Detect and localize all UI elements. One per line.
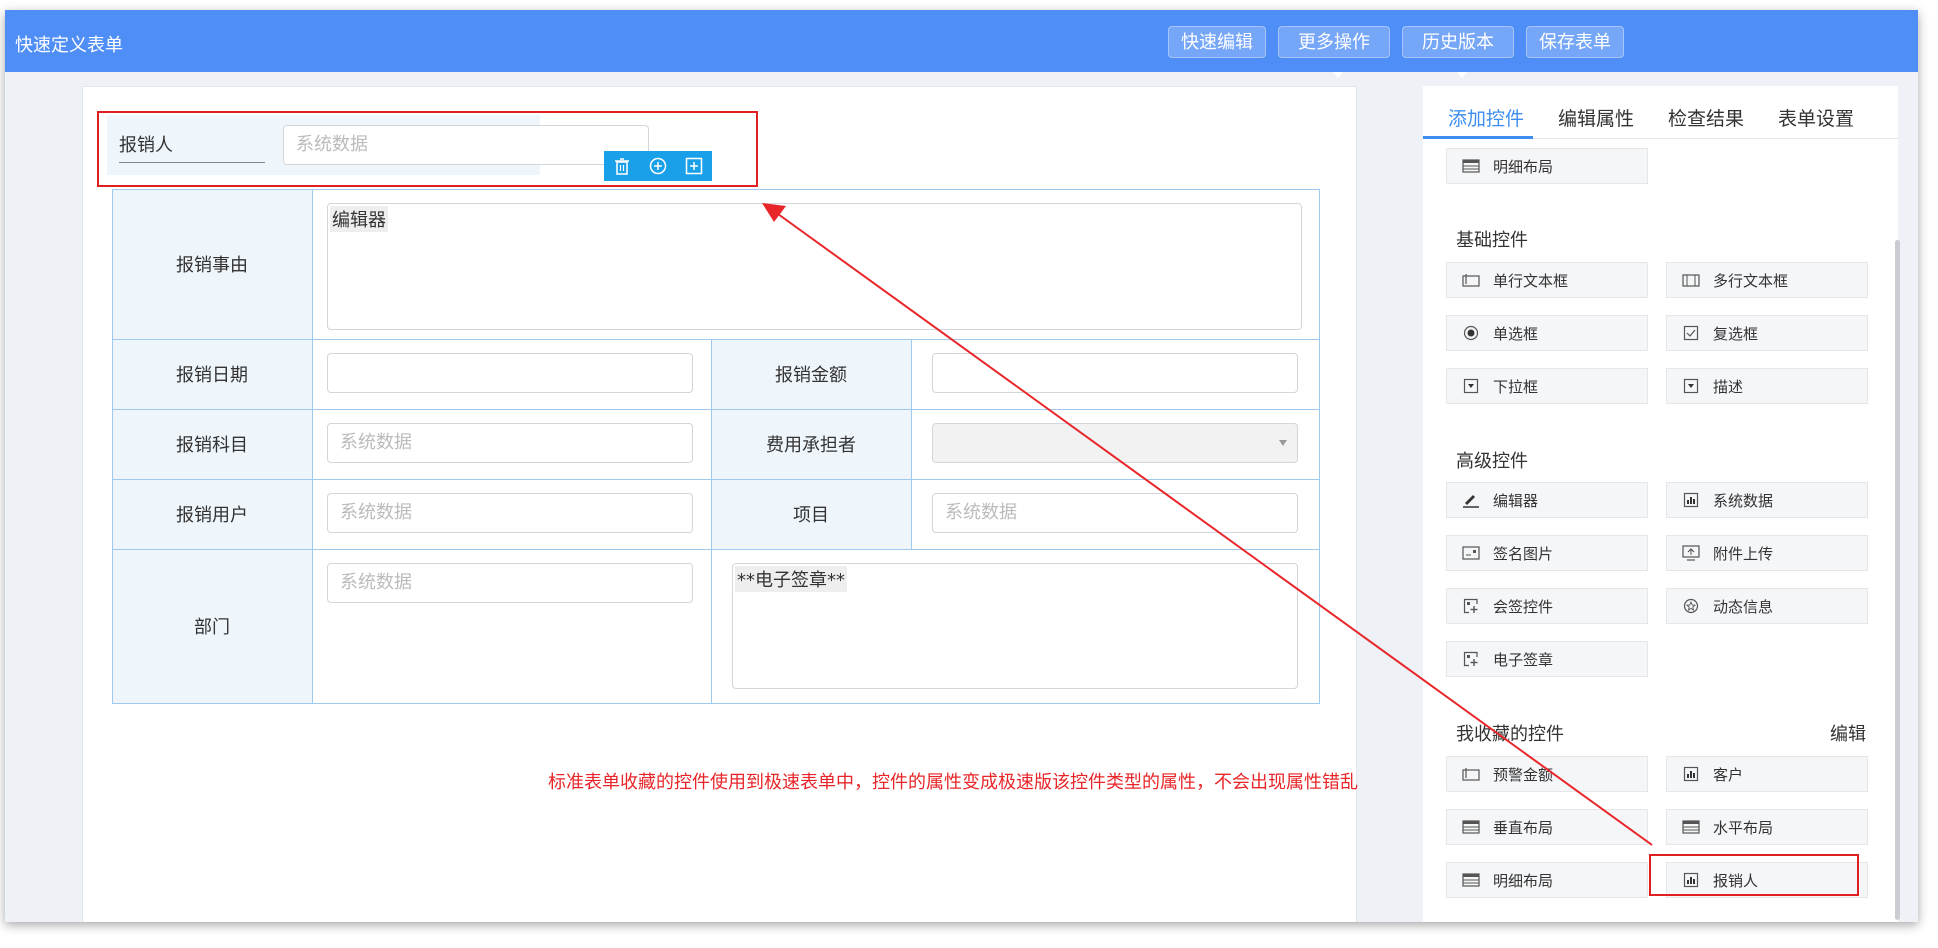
- field-label-user: 报销用户: [112, 479, 312, 549]
- save-form-button[interactable]: 保存表单: [1526, 26, 1624, 58]
- esign-placeholder: **电子签章**: [735, 566, 847, 592]
- dropdown-icon: [1461, 376, 1481, 396]
- control-item[interactable]: 预警金额: [1446, 756, 1648, 792]
- tab-form-settings[interactable]: 表单设置: [1778, 104, 1854, 131]
- highlight-box-favorite-item: [1649, 854, 1859, 896]
- field-label-reason: 报销事由: [112, 189, 312, 339]
- field-label-dept: 部门: [112, 549, 312, 703]
- table-layout-icon: [1461, 156, 1481, 176]
- field-label-date: 报销日期: [112, 339, 312, 409]
- control-item[interactable]: 编辑器: [1446, 482, 1648, 518]
- control-item[interactable]: 水平布局: [1666, 809, 1868, 845]
- chart-icon: [1681, 490, 1701, 510]
- section-title-favorites: 我收藏的控件: [1456, 724, 1564, 745]
- table-layout-icon: [1461, 870, 1481, 890]
- text-field-icon: [1461, 270, 1481, 290]
- field-label-project: 项目: [711, 479, 911, 549]
- annotation-text: 标准表单收藏的控件使用到极速表单中，控件的属性变成极速版该控件类型的属性，不会出…: [548, 772, 1358, 793]
- control-item[interactable]: 复选框: [1666, 315, 1868, 351]
- section-title-basic: 基础控件: [1456, 230, 1528, 251]
- user-input[interactable]: 系统数据: [327, 493, 693, 533]
- upload-icon: [1681, 543, 1701, 563]
- editor-placeholder: 编辑器: [330, 206, 388, 232]
- control-item[interactable]: 附件上传: [1666, 535, 1868, 571]
- form-canvas: 报销人 系统数据 报销事由 报销日期 报销金额 报销科目 费用承担者 报销用户 …: [82, 86, 1357, 922]
- app-title: 快速定义表单: [15, 35, 123, 56]
- seal-icon: [1461, 649, 1481, 669]
- field-label-bearer: 费用承担者: [711, 409, 911, 479]
- quick-edit-button[interactable]: 快速编辑: [1168, 26, 1266, 58]
- control-item[interactable]: 会签控件: [1446, 588, 1648, 624]
- grid-line: [711, 339, 712, 704]
- signature-image-icon: [1461, 543, 1481, 563]
- field-label-amount: 报销金额: [711, 339, 911, 409]
- control-item[interactable]: 系统数据: [1666, 482, 1868, 518]
- grid-line: [112, 339, 1319, 340]
- checkbox-icon: [1681, 323, 1701, 343]
- caret-down-icon: [1333, 72, 1343, 78]
- control-item[interactable]: 明细布局: [1446, 862, 1648, 898]
- tab-edit-properties[interactable]: 编辑属性: [1558, 104, 1634, 131]
- chart-icon: [1681, 764, 1701, 784]
- description-icon: [1681, 376, 1701, 396]
- grid-line: [312, 189, 313, 704]
- radio-icon: [1461, 323, 1481, 343]
- active-tab-indicator: [1423, 136, 1533, 139]
- control-item[interactable]: 描述: [1666, 368, 1868, 404]
- history-button[interactable]: 历史版本: [1402, 26, 1514, 78]
- grid-line: [1319, 189, 1320, 704]
- esign-field[interactable]: **电子签章**: [732, 563, 1298, 689]
- grid-line: [112, 409, 1319, 410]
- section-title-advanced: 高级控件: [1456, 451, 1528, 472]
- dynamic-info-icon: [1681, 596, 1701, 616]
- dept-input[interactable]: 系统数据: [327, 563, 693, 603]
- control-item[interactable]: 客户: [1666, 756, 1868, 792]
- chevron-down-icon: [1279, 440, 1287, 446]
- control-item[interactable]: 签名图片: [1446, 535, 1648, 571]
- caret-down-icon: [1457, 72, 1467, 78]
- control-item[interactable]: 下拉框: [1446, 368, 1648, 404]
- more-ops-button[interactable]: 更多操作: [1278, 26, 1390, 78]
- panel-scrollbar[interactable]: [1895, 240, 1900, 920]
- bearer-select[interactable]: [932, 423, 1298, 463]
- control-item[interactable]: 单行文本框: [1446, 262, 1648, 298]
- field-label-subject: 报销科目: [112, 409, 312, 479]
- editor-icon: [1461, 490, 1481, 510]
- favorites-edit-link[interactable]: 编辑: [1830, 720, 1866, 746]
- grid-line: [112, 549, 1319, 550]
- controls-panel: 添加控件 编辑属性 检查结果 表单设置 明细布局 基础控件 单行文本框 多行文本…: [1423, 86, 1898, 922]
- text-field-icon: [1461, 764, 1481, 784]
- highlight-box-form-field: [97, 111, 758, 187]
- grid-line: [112, 189, 1319, 190]
- control-item[interactable]: 动态信息: [1666, 588, 1868, 624]
- tab-check-results[interactable]: 检查结果: [1668, 104, 1744, 131]
- control-item[interactable]: 电子签章: [1446, 641, 1648, 677]
- control-item[interactable]: 多行文本框: [1666, 262, 1868, 298]
- date-input[interactable]: [327, 353, 693, 393]
- project-input[interactable]: 系统数据: [932, 493, 1298, 533]
- countersign-icon: [1461, 596, 1481, 616]
- control-item[interactable]: 明细布局: [1446, 148, 1648, 184]
- grid-line: [911, 339, 912, 549]
- amount-input[interactable]: [932, 353, 1298, 393]
- grid-line: [112, 479, 1319, 480]
- table-layout-icon: [1461, 817, 1481, 837]
- textarea-icon: [1681, 270, 1701, 290]
- control-item[interactable]: 单选框: [1446, 315, 1648, 351]
- tab-add-controls[interactable]: 添加控件: [1448, 104, 1524, 131]
- subject-input[interactable]: 系统数据: [327, 423, 693, 463]
- top-bar: 快速定义表单 快速编辑 更多操作 历史版本 保存表单: [5, 10, 1918, 78]
- grid-line: [112, 189, 113, 704]
- reason-editor[interactable]: 编辑器: [327, 203, 1302, 330]
- table-layout-icon: [1681, 817, 1701, 837]
- control-item[interactable]: 垂直布局: [1446, 809, 1648, 845]
- grid-line: [112, 703, 1319, 704]
